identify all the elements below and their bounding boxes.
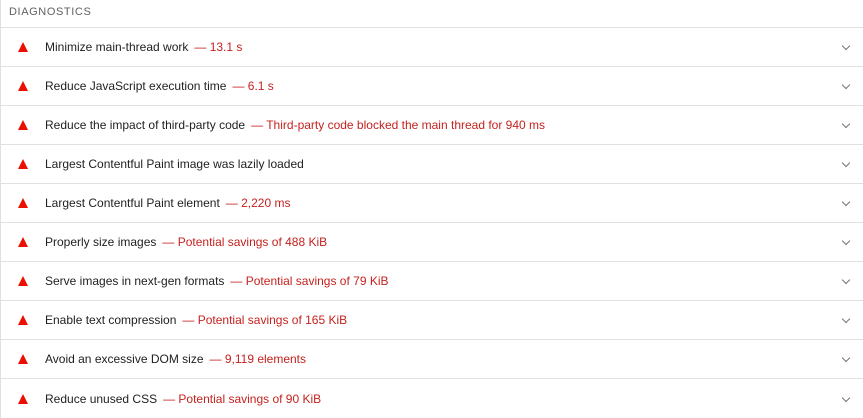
audit-display-value: — Potential savings of 165 KiB xyxy=(182,313,348,327)
chevron-down-icon[interactable] xyxy=(841,353,851,363)
audit-row[interactable]: Avoid an excessive DOM size — 9,119 elem… xyxy=(1,340,863,379)
chevron-down-icon[interactable] xyxy=(841,80,851,90)
audit-display-value: — Third-party code blocked the main thre… xyxy=(251,118,546,132)
audit-display-value: — 6.1 s xyxy=(232,79,274,93)
audit-title: Serve images in next-gen formats xyxy=(45,274,225,288)
section-title: DIAGNOSTICS xyxy=(1,0,863,28)
audit-row[interactable]: Largest Contentful Paint image was lazil… xyxy=(1,145,863,184)
audit-title: Reduce the impact of third-party code xyxy=(45,118,246,132)
audit-row[interactable]: Reduce the impact of third-party code — … xyxy=(1,106,863,145)
audit-title: Reduce unused CSS xyxy=(45,391,158,406)
audit-display-value: — Potential savings of 79 KiB xyxy=(230,274,389,288)
audit-title: Properly size images xyxy=(45,235,157,249)
chevron-down-icon[interactable] xyxy=(841,119,851,129)
audit-title: Largest Contentful Paint element xyxy=(45,196,220,210)
audit-list: Minimize main-thread work — 13.1 s Reduc… xyxy=(1,28,863,418)
audit-title: Minimize main-thread work xyxy=(45,40,189,54)
chevron-down-icon[interactable] xyxy=(841,393,851,402)
audit-row[interactable]: Largest Contentful Paint element — 2,220… xyxy=(1,184,863,223)
audit-display-value: — 2,220 ms xyxy=(225,196,291,210)
fail-triangle-icon xyxy=(18,393,28,404)
audit-row[interactable]: Properly size images — Potential savings… xyxy=(1,223,863,262)
audit-title: Avoid an excessive DOM size xyxy=(45,352,204,366)
audit-row[interactable]: Serve images in next-gen formats — Poten… xyxy=(1,262,863,301)
chevron-down-icon[interactable] xyxy=(841,275,851,285)
audit-title: Largest Contentful Paint image was lazil… xyxy=(45,157,304,171)
chevron-down-icon[interactable] xyxy=(841,314,851,324)
fail-triangle-icon xyxy=(18,276,28,286)
audit-display-value: — Potential savings of 90 KiB xyxy=(163,391,322,406)
audit-row[interactable]: Enable text compression — Potential savi… xyxy=(1,301,863,340)
fail-triangle-icon xyxy=(18,198,28,208)
audit-display-value: — 9,119 elements xyxy=(209,352,307,366)
diagnostics-panel: DIAGNOSTICS Minimize main-thread work — … xyxy=(0,0,863,418)
fail-triangle-icon xyxy=(18,237,28,247)
audit-row[interactable]: Minimize main-thread work — 13.1 s xyxy=(1,28,863,67)
chevron-down-icon[interactable] xyxy=(841,197,851,207)
chevron-down-icon[interactable] xyxy=(841,158,851,168)
audit-display-value: — 13.1 s xyxy=(194,40,243,54)
audit-row[interactable]: Reduce unused CSS — Potential savings of… xyxy=(1,379,863,418)
fail-triangle-icon xyxy=(18,120,28,130)
audit-row[interactable]: Reduce JavaScript execution time — 6.1 s xyxy=(1,67,863,106)
chevron-down-icon[interactable] xyxy=(841,41,851,51)
fail-triangle-icon xyxy=(18,315,28,325)
fail-triangle-icon xyxy=(18,159,28,169)
fail-triangle-icon xyxy=(18,81,28,91)
chevron-down-icon[interactable] xyxy=(841,236,851,246)
fail-triangle-icon xyxy=(18,354,28,364)
audit-display-value: — Potential savings of 488 KiB xyxy=(162,235,328,249)
audit-title: Reduce JavaScript execution time xyxy=(45,79,227,93)
fail-triangle-icon xyxy=(18,42,28,52)
audit-title: Enable text compression xyxy=(45,313,177,327)
